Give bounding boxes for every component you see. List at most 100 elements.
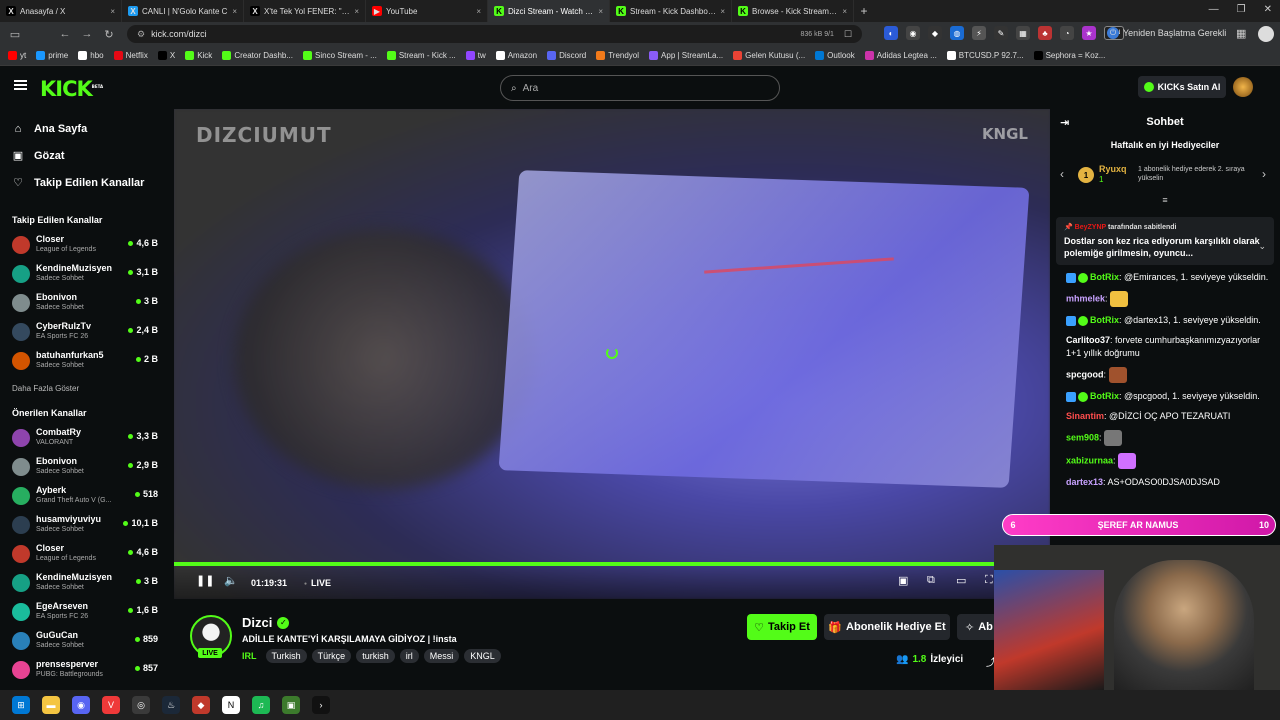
chat-username[interactable]: BotRix [1090, 272, 1119, 282]
stream-tag[interactable]: KNGL [464, 649, 501, 663]
bookmark-item[interactable]: Adidas Legtea ... [864, 51, 937, 60]
chat-username[interactable]: spcgood [1066, 369, 1104, 379]
bookmark-item[interactable]: Netflix [113, 51, 148, 60]
sidebar-channel[interactable]: prensesperver PUBG: Battlegrounds 857 [0, 655, 174, 684]
tab-6[interactable]: K Stream - Kick Dashboard × [610, 0, 732, 22]
app-green-icon[interactable]: ▣ [282, 696, 300, 714]
bookmark-item[interactable]: tw [465, 51, 486, 60]
kick-logo[interactable]: KICKBETA [40, 77, 103, 101]
subscribe-button[interactable]: ✧ Ab [957, 614, 997, 640]
chat-username[interactable]: Sinantim [1066, 411, 1104, 421]
bookmark-item[interactable]: X [157, 51, 175, 60]
forward-icon[interactable]: → [76, 28, 98, 40]
discord-icon[interactable]: ◉ [72, 696, 90, 714]
category-link[interactable]: IRL [242, 651, 257, 661]
show-more-link[interactable]: Daha Fazla Göster [0, 379, 174, 397]
url-field[interactable]: ⚙ kick.com/dizci 836 kB 9/1 ☐ [127, 25, 862, 43]
theater-mode-icon[interactable]: ▣ [898, 574, 908, 587]
chevron-down-icon[interactable]: ⌄ [1258, 241, 1266, 252]
bookmark-item[interactable]: App | StreamLa... [649, 51, 723, 60]
close-window-icon[interactable]: ✕ [1264, 4, 1272, 15]
obs-icon[interactable]: ◎ [132, 696, 150, 714]
buy-kicks-button[interactable]: KICKs Satın Al [1138, 76, 1226, 98]
chat-username[interactable]: sem908 [1066, 432, 1099, 442]
restart-notice[interactable]: ⏻ Yeniden Başlatma Gerekli [1107, 27, 1226, 39]
sidebar-nav-item[interactable]: ⌂ Ana Sayfa [0, 115, 174, 142]
extension-7-icon[interactable]: ▦ [1016, 26, 1030, 40]
collapse-chat-icon[interactable]: ⇥ [1060, 116, 1069, 129]
tab-close-icon[interactable]: × [476, 7, 481, 16]
chat-username[interactable]: dartex13 [1066, 477, 1103, 487]
bookmark-item[interactable]: Sinco Stream - ... [303, 51, 377, 60]
menu-icon[interactable] [14, 80, 27, 90]
chat-filter-icon[interactable]: ≡ [1050, 195, 1280, 205]
profile-icon[interactable] [1258, 26, 1274, 42]
back-icon[interactable]: ← [54, 28, 76, 40]
bookmark-item[interactable]: Amazon [495, 51, 537, 60]
new-tab-button[interactable]: + [854, 4, 874, 18]
pinned-message[interactable]: 📌 BeyZYNP tarafından sabitlendi Dostlar … [1056, 217, 1274, 265]
sidebar-channel[interactable]: Ayberk Grand Theft Auto V (G... 518 [0, 481, 174, 510]
sidebar-channel[interactable]: CyberRulzTv EA Sports FC 26 2,4 B [0, 317, 174, 346]
sidebar-nav-item[interactable]: ▣ Gözat [0, 142, 174, 169]
chat-username[interactable]: BotRix [1090, 315, 1119, 325]
chat-username[interactable]: mhmelek [1066, 293, 1105, 303]
bookmark-item[interactable]: Creator Dashb... [222, 51, 293, 60]
extension-2-icon[interactable]: ◉ [906, 26, 920, 40]
stream-tag[interactable]: Messi [423, 649, 460, 663]
tab-close-icon[interactable]: × [232, 7, 237, 16]
sidebar-channel[interactable]: Ebonivon Sadece Sohbet 3 B [0, 288, 174, 317]
file-explorer-icon[interactable]: ▬ [42, 696, 60, 714]
hype-train-bar[interactable]: 6 ŞEREF AR NAMUS 10 [1002, 514, 1276, 536]
search-input[interactable]: ⌕ Ara [500, 75, 780, 101]
tab-5[interactable]: K Dizci Stream - Watch Live o × [488, 0, 610, 22]
channel-name[interactable]: Dizci ✓ [242, 615, 290, 630]
sidebar-channel[interactable]: batuhanfurkan5 Sadece Sohbet 2 B [0, 346, 174, 375]
extension-10-icon[interactable]: ★ [1082, 26, 1096, 40]
maximize-icon[interactable]: ❐ [1237, 4, 1246, 15]
chat-username[interactable]: xabizurnaa [1066, 455, 1113, 465]
bookmark-item[interactable]: Sephora = Koz... [1033, 51, 1105, 60]
tab-3[interactable]: X X'te Tek Yol FENER: "Binlerce × [244, 0, 366, 22]
follow-button[interactable]: ♡ Takip Et [747, 614, 817, 640]
pause-icon[interactable]: ❚❚ [196, 574, 214, 587]
terminal-icon[interactable]: › [312, 696, 330, 714]
extension-1-icon[interactable]: ◐ [884, 26, 898, 40]
bookmark-item[interactable]: hbo [78, 51, 104, 60]
live-indicator[interactable]: LIVE [304, 578, 331, 588]
spotify-icon[interactable]: ♫ [252, 696, 270, 714]
bookmark-item[interactable]: BTCUSD.P 92.7... [946, 51, 1024, 60]
bookmark-item[interactable]: prime [36, 51, 68, 60]
sidebar-channel[interactable]: Closer League of Legends 4,6 B [0, 230, 174, 259]
windows-start-icon[interactable]: ⊞ [12, 696, 30, 714]
bookmark-item[interactable]: Gelen Kutusu (... [733, 51, 805, 60]
bookmark-item[interactable]: Kick [185, 51, 212, 60]
stream-tag[interactable]: turkish [356, 649, 395, 663]
clip-icon[interactable]: ⧉ [927, 574, 935, 587]
mini-player-icon[interactable]: ▭ [956, 574, 966, 587]
tab-close-icon[interactable]: × [720, 7, 725, 16]
bookmark-item[interactable]: Stream - Kick ... [386, 51, 456, 60]
sidebar-channel[interactable]: KendineMuzisyen Sadece Sohbet 3,1 B [0, 259, 174, 288]
stream-tag[interactable]: irl [399, 649, 419, 663]
gift-sub-button[interactable]: 🎁 Abonelik Hediye Et [824, 614, 950, 640]
sidebar-channel[interactable]: Closer League of Legends 4,6 B [0, 539, 174, 568]
extension-3-icon[interactable]: ◆ [928, 26, 942, 40]
extension-4-icon[interactable]: ◍ [950, 26, 964, 40]
chevron-left-icon[interactable]: ‹ [1060, 167, 1064, 181]
sidebar-channel[interactable]: KendineMuzisyen Sadece Sohbet 3 B [0, 568, 174, 597]
stream-tag[interactable]: Türkçe [311, 649, 352, 663]
tab-4[interactable]: ▶ YouTube × [366, 0, 488, 22]
sidebar-channel[interactable]: Ebonivon Sadece Sohbet 2,9 B [0, 452, 174, 481]
tab-1[interactable]: X Anasayfa / X × [0, 0, 122, 22]
notion-icon[interactable]: N [222, 696, 240, 714]
volume-icon[interactable]: 🔈 [224, 574, 238, 587]
extension-9-icon[interactable]: ◔ [1060, 26, 1074, 40]
reload-icon[interactable]: ↻ [98, 28, 120, 41]
bookmark-item[interactable]: yt [8, 51, 26, 60]
extensions-menu-icon[interactable]: ▦ [1236, 27, 1246, 40]
sidebar-channel[interactable]: husamviyuviyu Sadece Sohbet 10,1 B [0, 510, 174, 539]
tab-close-icon[interactable]: × [110, 7, 115, 16]
fullscreen-icon[interactable]: ⛶ [985, 574, 993, 587]
bookmark-item[interactable]: Outlook [815, 51, 855, 60]
